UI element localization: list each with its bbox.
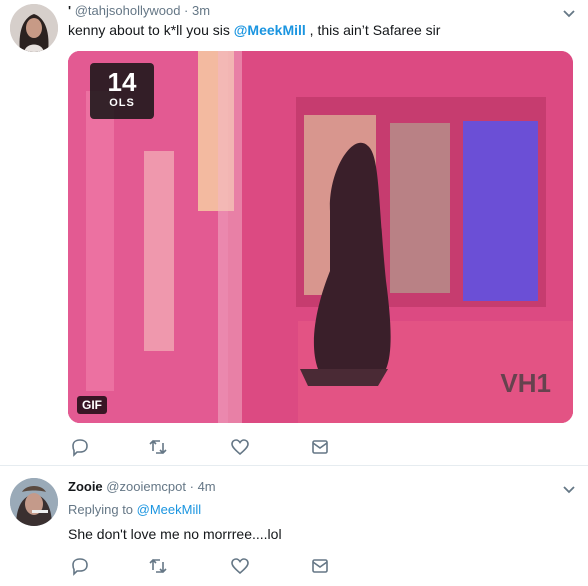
message-icon[interactable] <box>310 437 330 457</box>
tweet[interactable]: ' @tahjsohollywood · 3m kenny about to k… <box>0 0 588 465</box>
handle[interactable]: @tahjsohollywood <box>75 3 181 18</box>
divider <box>0 465 588 466</box>
tweet-header: ' @tahjsohollywood · 3m <box>68 3 210 18</box>
separator: · <box>189 479 194 494</box>
mention-link[interactable]: @MeekMill <box>137 502 201 517</box>
display-name[interactable]: Zooie <box>68 479 103 494</box>
retweet-icon[interactable] <box>148 556 168 576</box>
channel-sub: OLS <box>109 97 135 109</box>
tweet-text-part: , this ain’t Safaree sir <box>305 22 441 38</box>
tweet-text: kenny about to k*ll you sis @MeekMill , … <box>68 22 440 38</box>
gif-media[interactable]: 14 OLS VH1 GIF <box>68 51 573 423</box>
reply-icon[interactable] <box>70 437 90 457</box>
message-icon[interactable] <box>310 556 330 576</box>
display-name[interactable]: ' <box>68 3 71 18</box>
gif-badge: GIF <box>77 396 107 414</box>
replying-to: Replying to @MeekMill <box>68 502 201 517</box>
channel-logo: 14 OLS <box>90 63 154 119</box>
timestamp[interactable]: 3m <box>192 3 210 18</box>
handle[interactable]: @zooiemcpot <box>106 479 186 494</box>
tweet-text: She don't love me no morrree....lol <box>68 526 282 542</box>
network-watermark: VH1 <box>500 368 551 398</box>
channel-number: 14 <box>107 67 137 97</box>
chevron-down-icon[interactable] <box>562 484 576 494</box>
chevron-down-icon[interactable] <box>562 8 576 18</box>
tweet-text-part: kenny about to k*ll you sis <box>68 22 234 38</box>
separator: · <box>184 3 189 18</box>
reply-icon[interactable] <box>70 556 90 576</box>
like-icon[interactable] <box>230 437 250 457</box>
retweet-icon[interactable] <box>148 437 168 457</box>
tweet-header: Zooie @zooiemcpot · 4m <box>68 479 216 494</box>
mention-link[interactable]: @MeekMill <box>234 22 306 38</box>
avatar[interactable] <box>10 4 58 52</box>
timestamp[interactable]: 4m <box>198 479 216 494</box>
replying-label: Replying to <box>68 502 137 517</box>
like-icon[interactable] <box>230 556 250 576</box>
avatar[interactable] <box>10 478 58 526</box>
